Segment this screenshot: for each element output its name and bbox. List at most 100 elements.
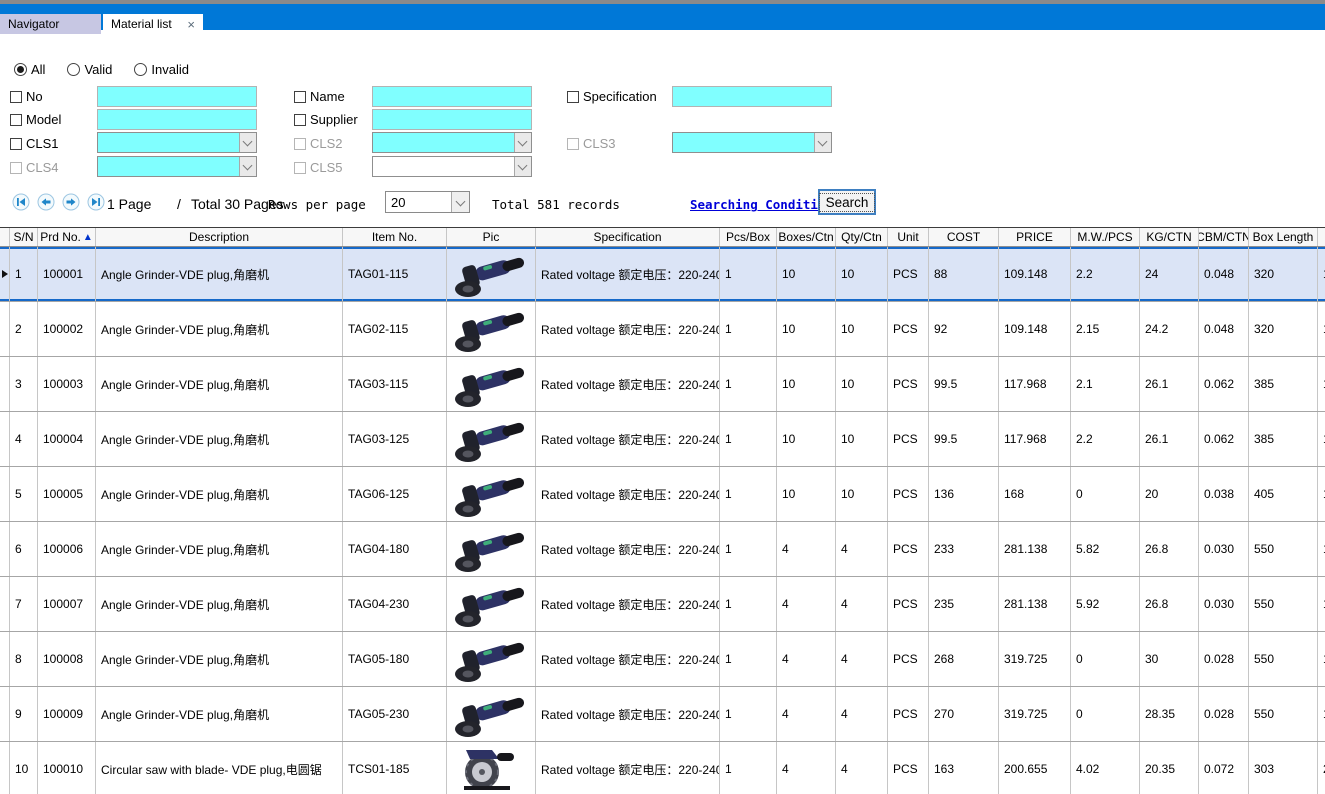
row-selector[interactable] [0, 577, 10, 631]
cell-unit: PCS [888, 577, 929, 631]
tab-material-list[interactable]: Material list × [103, 14, 203, 34]
row-selector[interactable] [0, 632, 10, 686]
cell-box_length: 405 [1249, 467, 1318, 521]
no-input[interactable] [97, 86, 257, 107]
table-row[interactable]: 10100010Circular saw with blade- VDE plu… [0, 742, 1325, 794]
table-row[interactable]: 5100005Angle Grinder-VDE plug,角磨机TAG06-1… [0, 467, 1325, 522]
column-header-price[interactable]: PRICE [999, 228, 1071, 246]
cell-price: 200.655 [999, 742, 1071, 794]
search-button[interactable]: Search [818, 189, 876, 215]
cell-b: 1 [1318, 632, 1325, 686]
next-page-icon[interactable] [62, 193, 80, 211]
checkbox-cls5[interactable]: CLS5 [294, 160, 343, 175]
column-header-sn[interactable]: S/N [10, 228, 38, 246]
chevron-down-icon[interactable] [514, 157, 531, 176]
cell-box_length: 320 [1249, 247, 1318, 301]
column-header-pic[interactable]: Pic [447, 228, 536, 246]
table-row[interactable]: 8100008Angle Grinder-VDE plug,角磨机TAG05-1… [0, 632, 1325, 687]
table-row[interactable]: 6100006Angle Grinder-VDE plug,角磨机TAG04-1… [0, 522, 1325, 577]
radio-valid[interactable]: Valid [67, 62, 112, 77]
cell-pic [447, 467, 536, 521]
radio-invalid[interactable]: Invalid [134, 62, 189, 77]
checkbox-cls4[interactable]: CLS4 [10, 160, 59, 175]
checkbox-supplier-box [294, 114, 306, 126]
table-row[interactable]: 7100007Angle Grinder-VDE plug,角磨机TAG04-2… [0, 577, 1325, 632]
table-row[interactable]: 9100009Angle Grinder-VDE plug,角磨机TAG05-2… [0, 687, 1325, 742]
cls2-combo[interactable] [372, 132, 532, 153]
searching-condition-link[interactable]: Searching Condition [690, 197, 833, 212]
row-selector[interactable] [0, 412, 10, 466]
row-selector[interactable] [0, 247, 10, 301]
column-header-spec[interactable]: Specification [536, 228, 720, 246]
checkbox-cls3[interactable]: CLS3 [567, 136, 616, 151]
column-header-kg_ctn[interactable]: KG/CTN [1140, 228, 1199, 246]
column-header-cost[interactable]: COST [929, 228, 999, 246]
checkbox-cls2[interactable]: CLS2 [294, 136, 343, 151]
model-input[interactable] [97, 109, 257, 130]
supplier-input[interactable] [372, 109, 532, 130]
column-header-boxes_ctn[interactable]: Boxes/Ctn [777, 228, 836, 246]
row-selector[interactable] [0, 302, 10, 356]
row-selector[interactable] [0, 467, 10, 521]
radio-all[interactable]: All [14, 62, 45, 77]
table-row[interactable]: 4100004Angle Grinder-VDE plug,角磨机TAG03-1… [0, 412, 1325, 467]
search-button-label: Search [819, 193, 876, 212]
column-header-label: S/N [13, 230, 33, 244]
row-selector[interactable] [0, 687, 10, 741]
checkbox-no[interactable]: No [10, 89, 43, 104]
column-header-prd[interactable]: Prd No.▲ [38, 228, 96, 246]
column-header-unit[interactable]: Unit [888, 228, 929, 246]
chevron-down-icon[interactable] [239, 157, 256, 176]
chevron-down-icon[interactable] [239, 133, 256, 152]
row-selector[interactable] [0, 522, 10, 576]
column-header-box_length[interactable]: Box Length [1249, 228, 1318, 246]
column-header-cbm_ctn[interactable]: CBM/CTN [1199, 228, 1249, 246]
first-page-icon[interactable] [12, 193, 30, 211]
name-input[interactable] [372, 86, 532, 107]
table-row[interactable]: 2100002Angle Grinder-VDE plug,角磨机TAG02-1… [0, 302, 1325, 357]
checkbox-name[interactable]: Name [294, 89, 345, 104]
angle-grinder-image [452, 359, 530, 409]
cls3-combo[interactable] [672, 132, 832, 153]
cell-desc: Angle Grinder-VDE plug,角磨机 [96, 302, 343, 356]
column-header-mw_pcs[interactable]: M.W./PCS [1071, 228, 1140, 246]
specification-input[interactable] [672, 86, 832, 107]
cls1-combo[interactable] [97, 132, 257, 153]
checkbox-cls4-box [10, 162, 22, 174]
cell-item: TAG01-115 [343, 247, 447, 301]
cell-kg_ctn: 24.2 [1140, 302, 1199, 356]
table-row[interactable]: 3100003Angle Grinder-VDE plug,角磨机TAG03-1… [0, 357, 1325, 412]
column-header-desc[interactable]: Description [96, 228, 343, 246]
row-selector[interactable] [0, 742, 10, 794]
cell-prd: 100010 [38, 742, 96, 794]
cell-kg_ctn: 20 [1140, 467, 1199, 521]
cell-box_length: 550 [1249, 687, 1318, 741]
cell-unit: PCS [888, 302, 929, 356]
previous-page-icon[interactable] [37, 193, 55, 211]
cell-spec: Rated voltage 额定电压：220-240 [536, 357, 720, 411]
tab-navigator[interactable]: Navigator [0, 14, 101, 34]
row-selector[interactable] [0, 357, 10, 411]
column-header-pcs_box[interactable]: Pcs/Box [720, 228, 777, 246]
last-page-icon[interactable] [87, 193, 105, 211]
cell-price: 109.148 [999, 302, 1071, 356]
close-icon[interactable]: × [181, 18, 195, 31]
checkbox-model[interactable]: Model [10, 112, 61, 127]
chevron-down-icon[interactable] [451, 192, 469, 212]
checkbox-supplier[interactable]: Supplier [294, 112, 358, 127]
cell-cbm_ctn: 0.062 [1199, 412, 1249, 466]
cls4-combo[interactable] [97, 156, 257, 177]
chevron-down-icon[interactable] [514, 133, 531, 152]
checkbox-specification[interactable]: Specification [567, 89, 657, 104]
column-header-qty_ctn[interactable]: Qty/Ctn [836, 228, 888, 246]
column-header-item[interactable]: Item No. [343, 228, 447, 246]
column-header-b[interactable]: B [1318, 228, 1325, 246]
cell-cbm_ctn: 0.028 [1199, 632, 1249, 686]
cell-item: TAG04-180 [343, 522, 447, 576]
checkbox-cls1[interactable]: CLS1 [10, 136, 59, 151]
cell-price: 281.138 [999, 522, 1071, 576]
table-row[interactable]: 1100001Angle Grinder-VDE plug,角磨机TAG01-1… [0, 247, 1325, 302]
cls5-combo[interactable] [372, 156, 532, 177]
chevron-down-icon[interactable] [814, 133, 831, 152]
rows-per-page-select[interactable]: 20 [385, 191, 470, 213]
